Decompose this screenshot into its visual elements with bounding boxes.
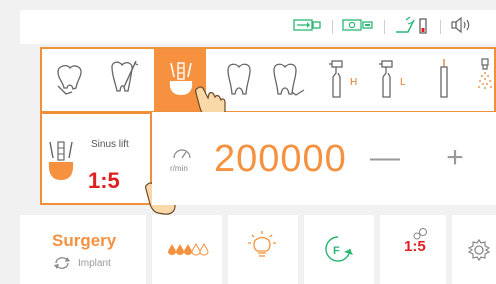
rotation-forward-icon: F (324, 235, 353, 263)
mode-card[interactable]: Sinus lift 1:5 (40, 112, 152, 205)
speed-unit: r/min (170, 164, 188, 173)
forward-reverse-button[interactable]: F (304, 215, 374, 284)
handpiece-low-icon: L (378, 57, 414, 101)
sync-icon (53, 257, 71, 269)
tool-selection-bar: H L (40, 47, 496, 113)
status-separator (332, 20, 333, 34)
tool-spray[interactable] (468, 49, 496, 111)
speed-area: r/min 200000 — + (152, 112, 496, 205)
motor-icon (342, 14, 376, 36)
program-card[interactable]: Surgery Implant (20, 215, 146, 284)
svg-text:L: L (400, 77, 406, 88)
program-subtitle: Implant (78, 258, 111, 269)
ratio-button[interactable]: 1:5 (380, 215, 446, 284)
speed-value: 200000 (214, 138, 347, 180)
ratio-label: 1:5 (404, 238, 426, 255)
tool-tooth-cleaning[interactable] (42, 49, 96, 111)
status-bar (20, 10, 496, 44)
light-bulb-icon (248, 231, 276, 261)
spray-icon (476, 57, 496, 101)
speed-decrease-button[interactable]: — (370, 140, 400, 176)
tooth-icon (226, 62, 252, 98)
scaler-icon (436, 57, 452, 101)
light-button[interactable] (228, 215, 298, 284)
program-name: Surgery (52, 231, 117, 250)
water-drops-icon (168, 242, 209, 256)
tooth-cleaning-icon (54, 62, 86, 98)
svg-text:F: F (333, 245, 340, 257)
status-separator (384, 20, 385, 34)
status-separator (440, 20, 441, 34)
implant-icon (168, 59, 194, 99)
settings-button[interactable] (452, 215, 496, 284)
gear-icon (467, 238, 491, 262)
tool-root-canal[interactable] (96, 49, 150, 111)
speaker-icon[interactable] (450, 14, 474, 36)
tool-scaler[interactable] (420, 49, 468, 111)
svg-text:H: H (350, 77, 357, 88)
mode-ratio: 1:5 (88, 168, 120, 193)
tool-handpiece-high[interactable]: H (316, 49, 368, 111)
sinus-lift-icon (47, 138, 75, 186)
speed-increase-button[interactable]: + (440, 140, 470, 176)
tool-handpiece-low[interactable]: L (368, 49, 420, 111)
water-battery-icon (394, 14, 430, 38)
handpiece-high-icon: H (328, 57, 364, 101)
tool-crown[interactable] (264, 49, 316, 111)
usb-icon (293, 14, 323, 36)
root-canal-icon (106, 59, 140, 99)
mode-name: Sinus lift (91, 139, 129, 150)
water-level-button[interactable] (152, 215, 222, 284)
crown-icon (272, 62, 306, 98)
speedometer-icon (172, 146, 192, 160)
